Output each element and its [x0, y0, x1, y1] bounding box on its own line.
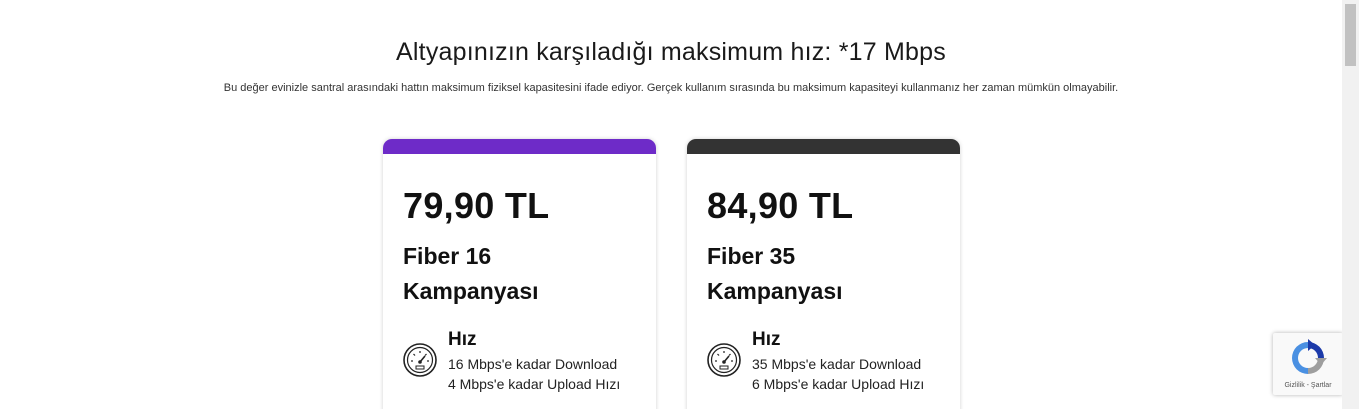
upload-speed: 6 Mbps'e kadar Upload Hızı [752, 376, 925, 392]
recaptcha-terms-link[interactable]: Gizlilik - Şartlar [1273, 382, 1343, 389]
page-subtitle: Bu değer evinizle santral arasındaki hat… [223, 82, 1119, 94]
page: Altyapınızın karşıladığı maksimum hız: *… [0, 0, 1359, 409]
speed-info: Hız 16 Mbps'e kadar Download 4 Mbps'e ka… [402, 327, 652, 397]
recaptcha-badge[interactable]: Gizlilik - Şartlar [1273, 333, 1343, 395]
scrollbar-thumb[interactable] [1345, 4, 1356, 66]
speedometer-icon [403, 343, 437, 377]
plan-name: Fiber 16 Kampanyası [403, 243, 539, 304]
card-accent-bar [687, 139, 960, 154]
vertical-scrollbar[interactable] [1342, 0, 1359, 409]
download-speed: 35 Mbps'e kadar Download [752, 356, 922, 372]
speed-title: Hız [752, 329, 781, 350]
page-title: Altyapınızın karşıladığı maksimum hız: *… [396, 38, 946, 66]
speed-title: Hız [448, 329, 477, 350]
plan-price: 79,90 TL [403, 185, 550, 226]
plan-card-fiber-35[interactable]: 84,90 TL Fiber 35 Kampanyası Hız 35 Mbps… [687, 139, 960, 409]
upload-speed: 4 Mbps'e kadar Upload Hızı [448, 376, 621, 392]
plan-name: Fiber 35 Kampanyası [707, 243, 843, 304]
card-accent-bar [383, 139, 656, 154]
speedometer-icon [707, 343, 741, 377]
download-speed: 16 Mbps'e kadar Download [448, 356, 618, 372]
plan-price: 84,90 TL [707, 185, 854, 226]
recaptcha-icon [1292, 339, 1327, 374]
plan-card-fiber-16[interactable]: 79,90 TL Fiber 16 Kampanyası Hız 16 Mbps… [383, 139, 656, 409]
speed-info: Hız 35 Mbps'e kadar Download 6 Mbps'e ka… [706, 327, 956, 397]
